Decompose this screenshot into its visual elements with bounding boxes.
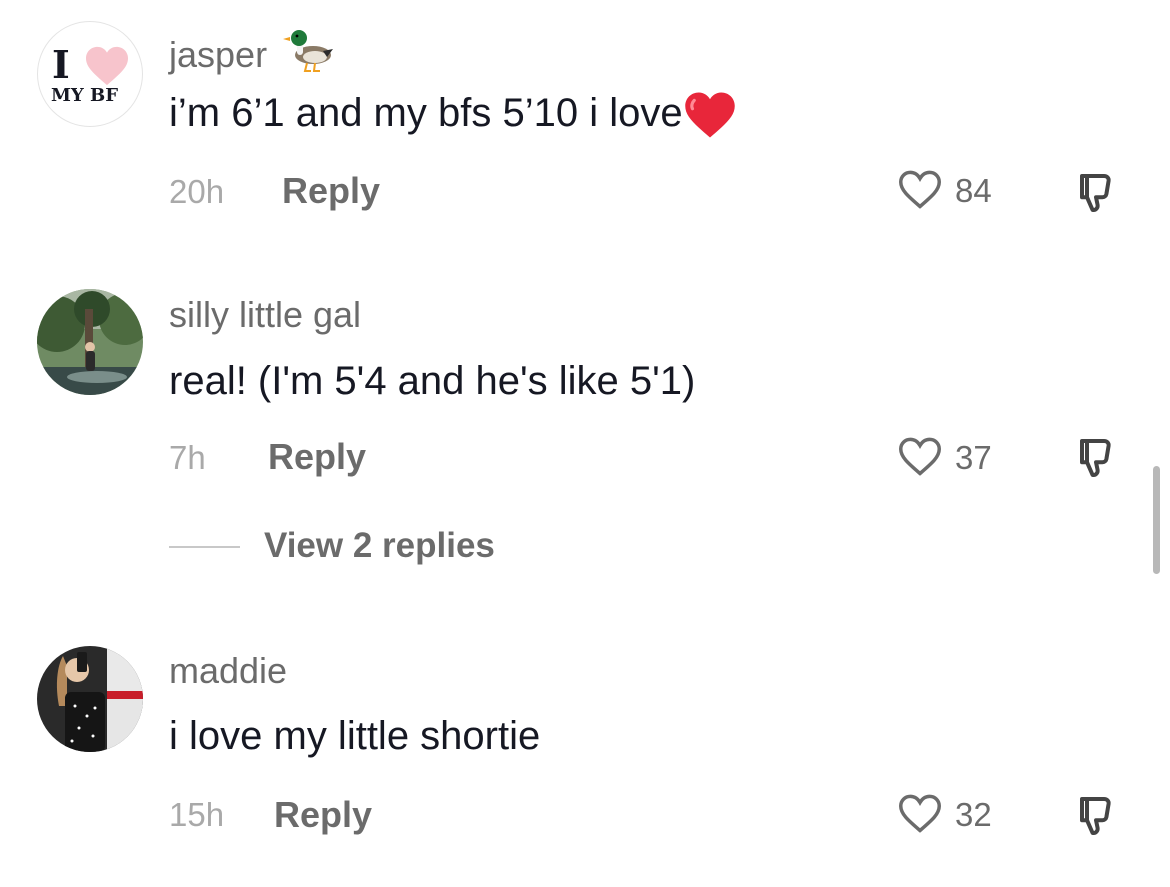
view-replies-divider [169,546,240,548]
username[interactable]: jasper [169,27,335,76]
avatar-text-i: I [52,42,70,87]
reply-button[interactable]: Reply [274,794,372,836]
reply-button[interactable]: Reply [282,170,380,212]
avatar[interactable]: I MY BF [37,21,143,127]
comment-text: real! (I'm 5'4 and he's like 5'1) [169,359,696,403]
scrollbar[interactable] [1153,466,1160,574]
heart-outline-icon[interactable] [897,792,943,834]
thumbs-down-icon[interactable] [1074,433,1122,481]
thumbs-down-icon[interactable] [1074,168,1122,216]
heart-outline-icon[interactable] [897,168,943,210]
thumbs-down-icon[interactable] [1074,791,1122,839]
comment-text: i’m 6’1 and my bfs 5’10 i love [169,90,737,140]
username[interactable]: silly little gal [169,294,361,336]
avatar-photo [37,289,143,395]
heart-outline-icon[interactable] [897,435,943,477]
like-count: 84 [955,172,992,209]
avatar-text-my-bf: MY BF [51,85,119,106]
timestamp: 20h [169,173,225,210]
red-heart-icon [684,92,735,138]
avatar[interactable] [37,646,143,752]
comment-text: i love my little shortie [169,714,541,758]
reply-button[interactable]: Reply [268,436,366,478]
pink-heart-icon [86,46,128,86]
username[interactable]: maddie [169,650,287,692]
like-count: 37 [955,439,992,476]
avatar-photo [37,646,143,752]
like-count: 32 [955,796,992,833]
avatar[interactable] [37,289,143,395]
comment-text-body: i’m 6’1 and my bfs 5’10 i love [169,91,683,135]
username-text[interactable]: jasper [169,34,267,75]
view-replies-button[interactable]: View 2 replies [264,526,495,566]
timestamp: 15h [169,796,225,833]
timestamp: 7h [169,439,206,476]
duck-icon [283,30,334,72]
